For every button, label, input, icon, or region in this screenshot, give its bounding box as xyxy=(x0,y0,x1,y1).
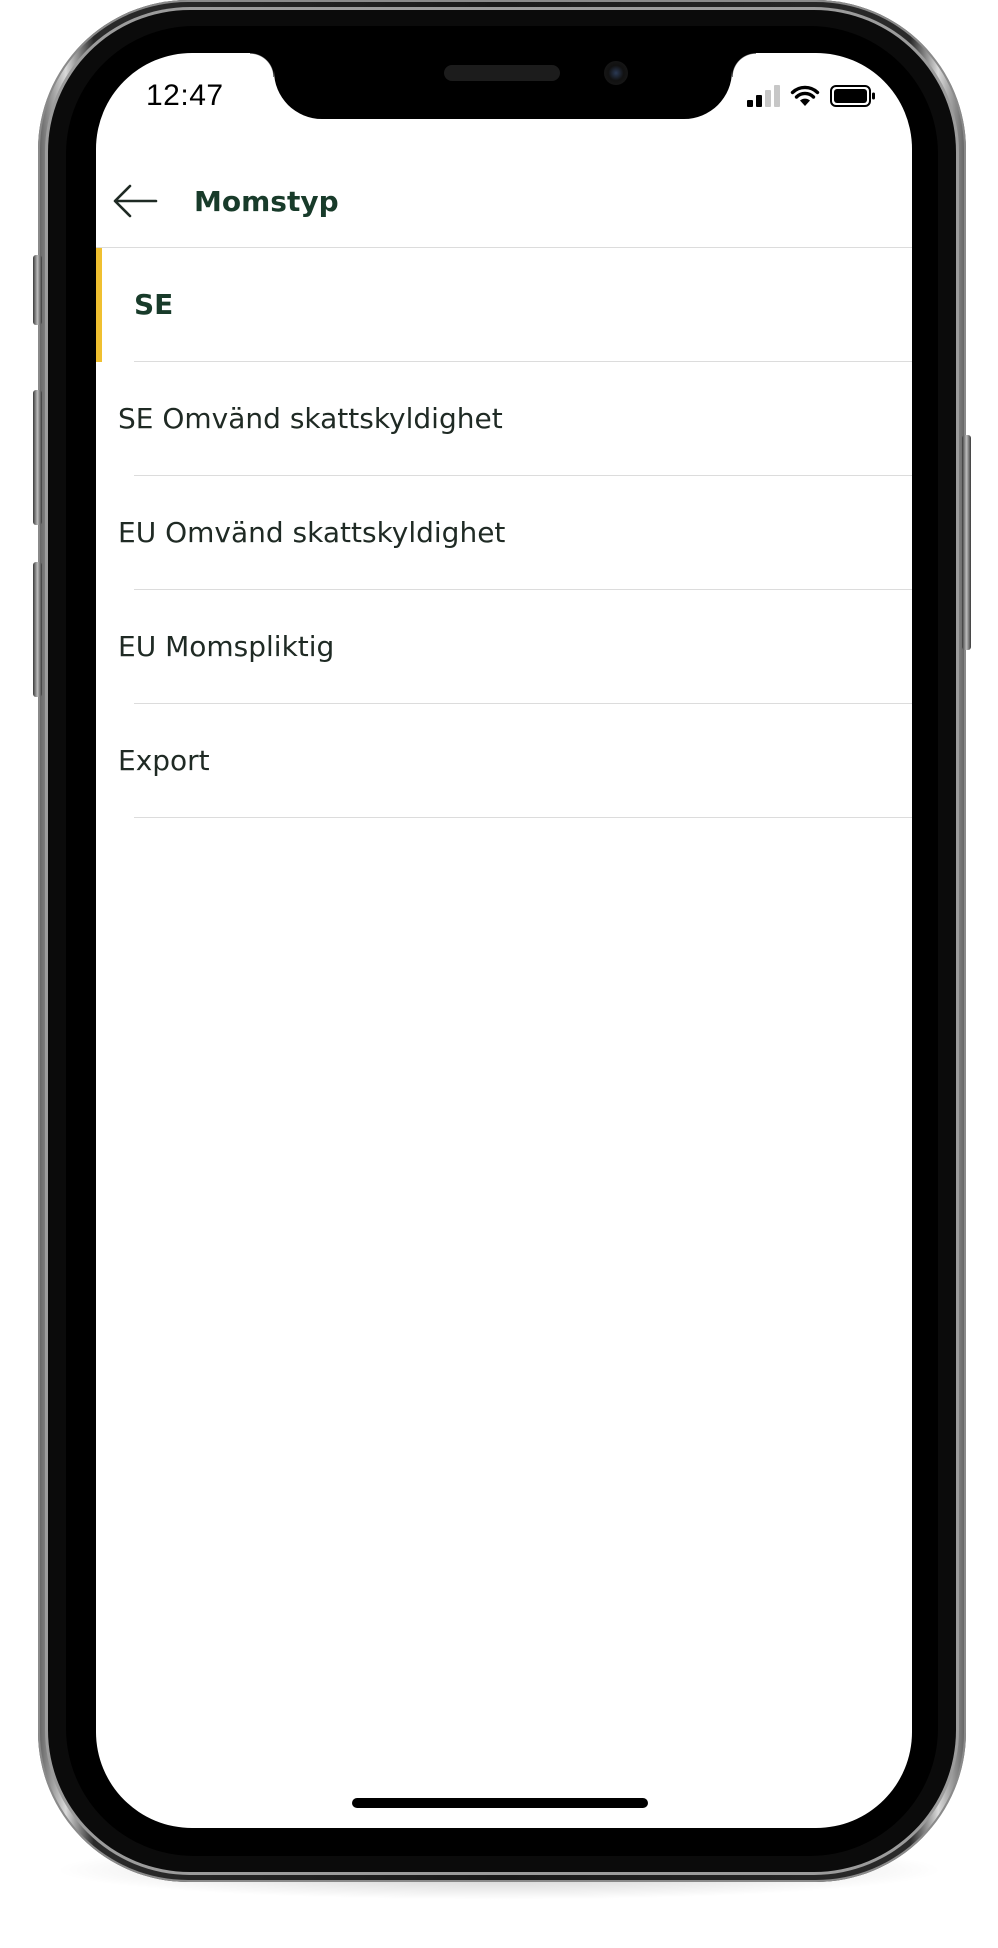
status-time: 12:47 xyxy=(146,79,224,112)
cellular-signal-icon xyxy=(747,85,780,107)
arrow-left-icon xyxy=(113,184,158,218)
home-indicator[interactable] xyxy=(352,1798,648,1808)
status-icons xyxy=(747,83,876,107)
option-se[interactable]: SE xyxy=(96,248,912,362)
selected-accent-bar xyxy=(96,248,102,362)
option-label: SE xyxy=(134,288,174,321)
battery-icon xyxy=(830,85,875,107)
vat-type-list: SE SE Omvänd skattskyldighet EU Omvänd s… xyxy=(96,248,912,818)
back-button[interactable] xyxy=(110,179,160,223)
option-export[interactable]: Export xyxy=(96,704,912,818)
app-screen: 12:47 Momstyp SE SE Omvänd skattskyldigh… xyxy=(96,53,912,1828)
option-eu-reverse-charge[interactable]: EU Omvänd skattskyldighet xyxy=(96,476,912,590)
wifi-icon xyxy=(790,85,820,106)
mute-switch xyxy=(33,255,42,325)
nav-header: Momstyp xyxy=(96,163,912,248)
option-se-reverse-charge[interactable]: SE Omvänd skattskyldighet xyxy=(96,362,912,476)
power-button xyxy=(962,435,971,650)
volume-up-button xyxy=(33,390,42,525)
page-title: Momstyp xyxy=(194,185,339,218)
option-label: Export xyxy=(118,744,210,777)
notch xyxy=(250,53,756,119)
speaker-grille xyxy=(444,65,560,81)
volume-down-button xyxy=(33,562,42,697)
option-eu-vat-liable[interactable]: EU Momspliktig xyxy=(96,590,912,704)
option-label: SE Omvänd skattskyldighet xyxy=(118,402,503,435)
option-label: EU Omvänd skattskyldighet xyxy=(118,516,506,549)
front-camera xyxy=(604,61,628,85)
option-label: EU Momspliktig xyxy=(118,630,335,663)
